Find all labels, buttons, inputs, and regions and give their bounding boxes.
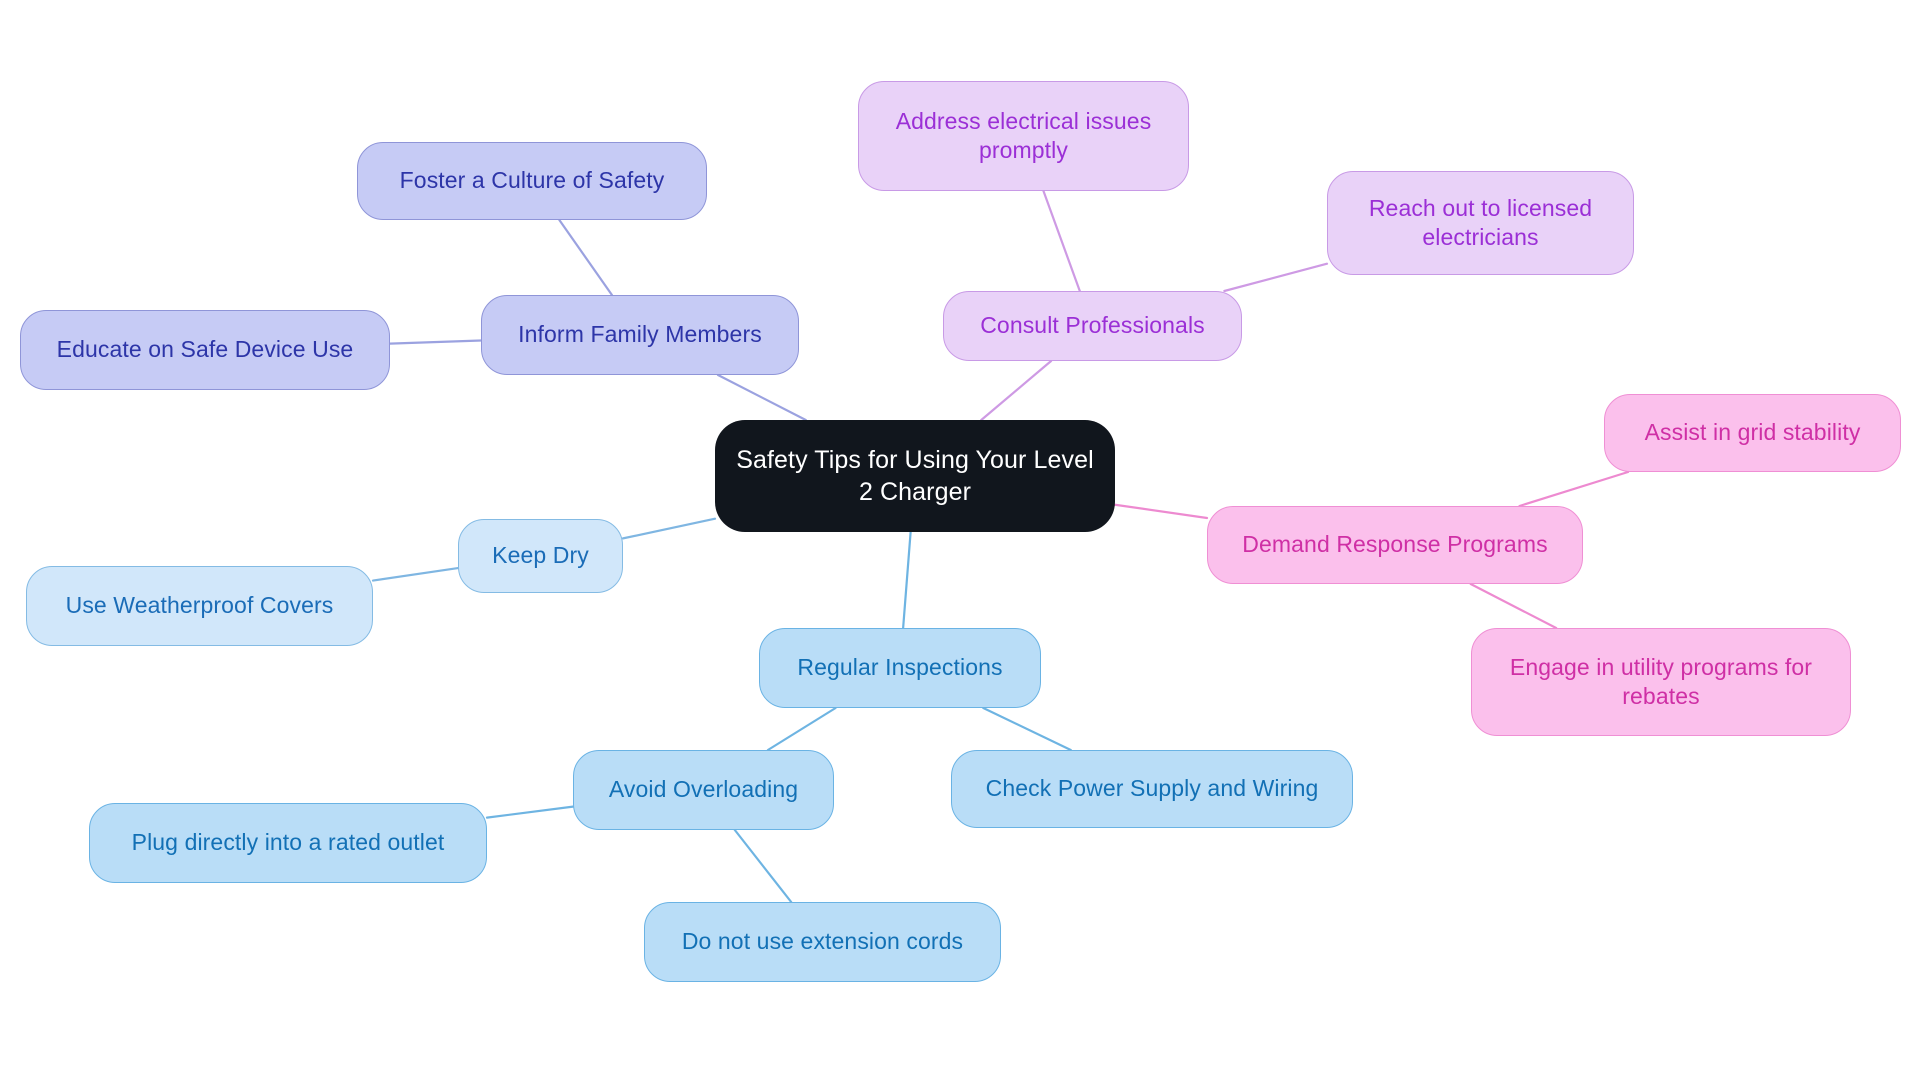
mindmap-edge-root-to-inform-family-members	[716, 373, 807, 422]
mindmap-edge-regular-inspections-to-check-power-supply-and-wiring	[982, 706, 1072, 752]
mindmap-node-use-weatherproof-covers[interactable]: Use Weatherproof Covers	[26, 566, 373, 646]
mindmap-root-node[interactable]: Safety Tips for Using Your Level 2 Charg…	[715, 420, 1115, 532]
node-label: Regular Inspections	[797, 654, 1003, 681]
node-label: Inform Family Members	[518, 321, 762, 348]
mindmap-node-keep-dry[interactable]: Keep Dry	[458, 519, 623, 593]
mindmap-node-engage-in-utility-programs-for-rebates[interactable]: Engage in utility programs for rebates	[1471, 628, 1851, 736]
mindmap-edge-root-to-regular-inspections	[902, 530, 912, 630]
mindmap-node-consult-professionals[interactable]: Consult Professionals	[943, 291, 1242, 361]
mindmap-edge-inform-family-members-to-educate-on-safe-device-use	[388, 339, 483, 345]
mindmap-node-check-power-supply-and-wiring[interactable]: Check Power Supply and Wiring	[951, 750, 1353, 828]
node-label: Keep Dry	[492, 542, 589, 569]
mindmap-node-avoid-overloading[interactable]: Avoid Overloading	[573, 750, 834, 830]
node-label: Avoid Overloading	[608, 776, 799, 803]
node-label: Demand Response Programs	[1242, 531, 1548, 558]
mindmap-node-address-electrical-issues-promptly[interactable]: Address electrical issues promptly	[858, 81, 1189, 191]
mindmap-edge-root-to-keep-dry	[621, 517, 717, 540]
mindmap-node-demand-response-programs[interactable]: Demand Response Programs	[1207, 506, 1583, 584]
mindmap-edge-regular-inspections-to-avoid-overloading	[766, 706, 837, 752]
mindmap-edge-root-to-consult-professionals	[980, 359, 1053, 422]
node-label: Use Weatherproof Covers	[65, 592, 334, 619]
mindmap-node-assist-in-grid-stability[interactable]: Assist in grid stability	[1604, 394, 1901, 472]
mindmap-edge-keep-dry-to-use-weatherproof-covers	[371, 566, 460, 582]
node-label: Address electrical issues promptly	[895, 107, 1152, 163]
mindmap-node-plug-directly-into-a-rated-outlet[interactable]: Plug directly into a rated outlet	[89, 803, 487, 883]
mindmap-node-inform-family-members[interactable]: Inform Family Members	[481, 295, 799, 375]
mindmap-edge-consult-professionals-to-address-electrical-issues-promptly	[1042, 189, 1081, 293]
mindmap-node-foster-a-culture-of-safety[interactable]: Foster a Culture of Safety	[357, 142, 707, 220]
node-label: Check Power Supply and Wiring	[985, 775, 1319, 802]
mindmap-node-educate-on-safe-device-use[interactable]: Educate on Safe Device Use	[20, 310, 390, 390]
mindmap-edge-avoid-overloading-to-plug-directly-into-a-rated-outlet	[485, 805, 575, 819]
mindmap-node-do-not-use-extension-cords[interactable]: Do not use extension cords	[644, 902, 1001, 982]
mindmap-node-reach-out-to-licensed-electricians[interactable]: Reach out to licensed electricians	[1327, 171, 1634, 275]
mindmap-edge-avoid-overloading-to-do-not-use-extension-cords	[733, 828, 793, 904]
mindmap-edge-demand-response-programs-to-engage-in-utility-programs-for-rebates	[1469, 582, 1558, 630]
node-label: Reach out to licensed electricians	[1368, 194, 1593, 250]
mindmap-edge-inform-family-members-to-foster-a-culture-of-safety	[558, 218, 614, 297]
node-label: Assist in grid stability	[1644, 419, 1861, 446]
node-label: Engage in utility programs for rebates	[1509, 653, 1813, 709]
node-label: Do not use extension cords	[681, 928, 964, 955]
mindmap-node-regular-inspections[interactable]: Regular Inspections	[759, 628, 1041, 708]
mindmap-edge-root-to-demand-response-programs	[1113, 503, 1209, 520]
mindmap-edge-demand-response-programs-to-assist-in-grid-stability	[1518, 470, 1630, 508]
mindmap-canvas: Safety Tips for Using Your Level 2 Charg…	[0, 0, 1920, 1083]
node-label: Educate on Safe Device Use	[56, 336, 354, 363]
node-label: Foster a Culture of Safety	[399, 167, 665, 194]
node-label: Consult Professionals	[980, 312, 1205, 339]
node-label: Safety Tips for Using Your Level 2 Charg…	[736, 446, 1094, 506]
mindmap-edge-consult-professionals-to-reach-out-to-licensed-electricians	[1223, 262, 1329, 293]
node-label: Plug directly into a rated outlet	[131, 829, 445, 856]
